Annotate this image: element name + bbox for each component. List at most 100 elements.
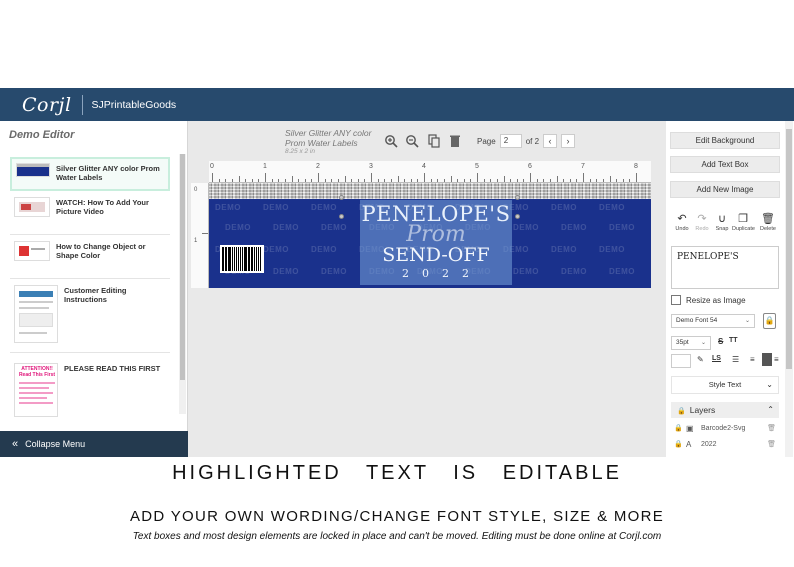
text-color-swatch[interactable]: [671, 354, 691, 368]
next-page-button[interactable]: ›: [561, 134, 576, 148]
add-text-box-button[interactable]: Add Text Box: [670, 156, 780, 173]
ruler-tick: [510, 179, 512, 182]
text-edit-field[interactable]: PENELOPE'S: [671, 246, 779, 289]
shop-name[interactable]: SJPrintableGoods: [92, 99, 177, 111]
thumbnail-text: ATTENTION!! Read This First: [18, 366, 56, 378]
shape-thumbnail: [14, 241, 50, 261]
ruler-tick: [629, 179, 631, 182]
resize-checkbox[interactable]: [671, 295, 681, 305]
ruler-tick: [430, 179, 432, 182]
subhead-caption: ADD YOUR OWN WORDING/CHANGE FONT STYLE, …: [129, 508, 665, 525]
ruler-tick: [212, 173, 213, 182]
snap-label: Snap: [715, 226, 729, 232]
list-item-read-first[interactable]: ATTENTION!! Read This First PLEASE READ …: [10, 359, 170, 421]
demo-watermark: DEMO: [273, 267, 299, 276]
align-center-icon[interactable]: [762, 353, 772, 366]
letter-spacing-button[interactable]: LS: [712, 355, 721, 362]
ruler-tick: [523, 179, 525, 182]
ruler-tick: [377, 179, 379, 182]
left-scrollbar[interactable]: [179, 154, 186, 414]
style-text-dropdown[interactable]: Style Text ⌄: [671, 376, 779, 394]
demo-watermark: DEMO: [609, 223, 635, 232]
ruler-number: 2: [316, 163, 320, 170]
eyedropper-icon[interactable]: ✎: [697, 355, 704, 364]
divider: [81, 94, 83, 115]
attention-thumbnail: ATTENTION!! Read This First: [14, 363, 58, 417]
scroll-thumb[interactable]: [786, 129, 792, 369]
corjl-logo[interactable]: Corjl: [22, 94, 72, 116]
font-size-value: 35pt: [676, 339, 689, 346]
edit-background-button[interactable]: Edit Background: [670, 132, 780, 149]
ruler-tick: [556, 176, 558, 182]
demo-watermark: DEMO: [263, 245, 289, 254]
trash-icon: 🗑: [761, 213, 775, 225]
list-item-instructions[interactable]: Customer Editing Instructions: [10, 281, 170, 353]
zoom-out-icon[interactable]: [405, 134, 419, 148]
water-bottle-label[interactable]: DEMO DEMO DEMO DEMO DEMO DEMO DEMO DEMO DEMO DEMO…: [209, 183, 651, 288]
copy-icon[interactable]: [427, 134, 441, 148]
list-item-color[interactable]: How to Change Object or Shape Color: [10, 237, 170, 279]
barcode-bar: [260, 247, 261, 271]
chevron-up-icon: ⌃: [767, 405, 774, 414]
headline-caption: HIGHLIGHTED TEXT IS EDITABLE: [172, 462, 622, 484]
lock-icon[interactable]: 🔒: [763, 313, 776, 329]
barcode-bar: [226, 247, 228, 271]
undo-button[interactable]: ↶ Undo: [671, 213, 693, 232]
snap-button[interactable]: ∪ Snap: [711, 213, 733, 232]
resize-handle[interactable]: [515, 214, 520, 219]
ruler-tick: [258, 179, 260, 182]
resize-handle[interactable]: [515, 195, 520, 200]
list-item-template[interactable]: Silver Glitter ANY color Prom Water Labe…: [10, 157, 170, 191]
collapse-menu-button[interactable]: « Collapse Menu: [0, 431, 188, 457]
demo-watermark: DEMO: [215, 203, 241, 212]
barcode-bar: [231, 247, 233, 271]
prev-page-button[interactable]: ‹: [543, 134, 558, 148]
trash-icon[interactable]: 🗑: [767, 437, 776, 452]
font-select[interactable]: Demo Font 54 ⌄: [671, 314, 755, 328]
lock-icon: 🔒: [674, 425, 683, 432]
top-bar: Corjl SJPrintableGoods: [0, 88, 794, 121]
align-right-icon[interactable]: ≡: [774, 355, 779, 364]
font-size-select[interactable]: 35pt ⌄: [671, 336, 711, 350]
event-text[interactable]: SEND-OFF: [360, 244, 512, 266]
ruler-tick: [218, 179, 220, 182]
resize-as-image-option[interactable]: Resize as Image: [671, 295, 746, 305]
all-caps-button[interactable]: TT: [729, 337, 738, 344]
zoom-in-icon[interactable]: [384, 134, 398, 148]
demo-watermark: DEMO: [311, 203, 337, 212]
resize-handle[interactable]: [339, 214, 344, 219]
collapse-menu-label: Collapse Menu: [25, 439, 86, 449]
align-left-icon[interactable]: ≡: [750, 355, 755, 364]
editable-text-box[interactable]: PENELOPE'S Prom SEND-OFF 2022: [360, 200, 512, 285]
layer-row[interactable]: 🔒 ▣ Barcode2-Svg 🗑: [671, 421, 779, 436]
page-label: Page: [477, 136, 496, 146]
layer-row[interactable]: 🔒 A 2022 🗑: [671, 437, 779, 452]
year-text[interactable]: 2022: [360, 267, 512, 280]
add-new-image-button[interactable]: Add New Image: [670, 181, 780, 198]
scroll-thumb[interactable]: [180, 154, 185, 380]
duplicate-label: Duplicate: [732, 226, 755, 232]
ruler-tick: [337, 179, 339, 182]
ruler-tick: [450, 176, 452, 182]
ruler-tick: [576, 179, 578, 182]
trash-icon[interactable]: 🗑: [767, 421, 776, 436]
barcode-bar: [239, 247, 242, 271]
right-panel: Edit Background Add Text Box Add New Ima…: [666, 121, 794, 457]
delete-button[interactable]: 🗑 Delete: [757, 213, 779, 232]
duplicate-button[interactable]: ❐ Duplicate: [732, 213, 755, 232]
strikethrough-button[interactable]: S: [718, 337, 723, 346]
note-caption: Text boxes and most design elements are …: [132, 531, 662, 542]
right-scrollbar[interactable]: [785, 121, 793, 457]
ruler-tick: [410, 179, 412, 182]
layers-header[interactable]: 🔒 Layers ⌃: [671, 402, 779, 418]
ruler-tick: [364, 179, 366, 182]
line-height-icon[interactable]: ☰: [732, 355, 739, 364]
page-number-input[interactable]: 2: [499, 134, 522, 148]
ruler-tick: [569, 179, 571, 182]
redo-button[interactable]: ↷ Redo: [691, 213, 713, 232]
barcode[interactable]: [220, 245, 264, 273]
trash-icon[interactable]: [448, 134, 462, 148]
list-item-video[interactable]: WATCH: How To Add Your Picture Video: [10, 193, 170, 235]
ruler-number: 5: [475, 163, 479, 170]
resize-handle[interactable]: [339, 195, 344, 200]
